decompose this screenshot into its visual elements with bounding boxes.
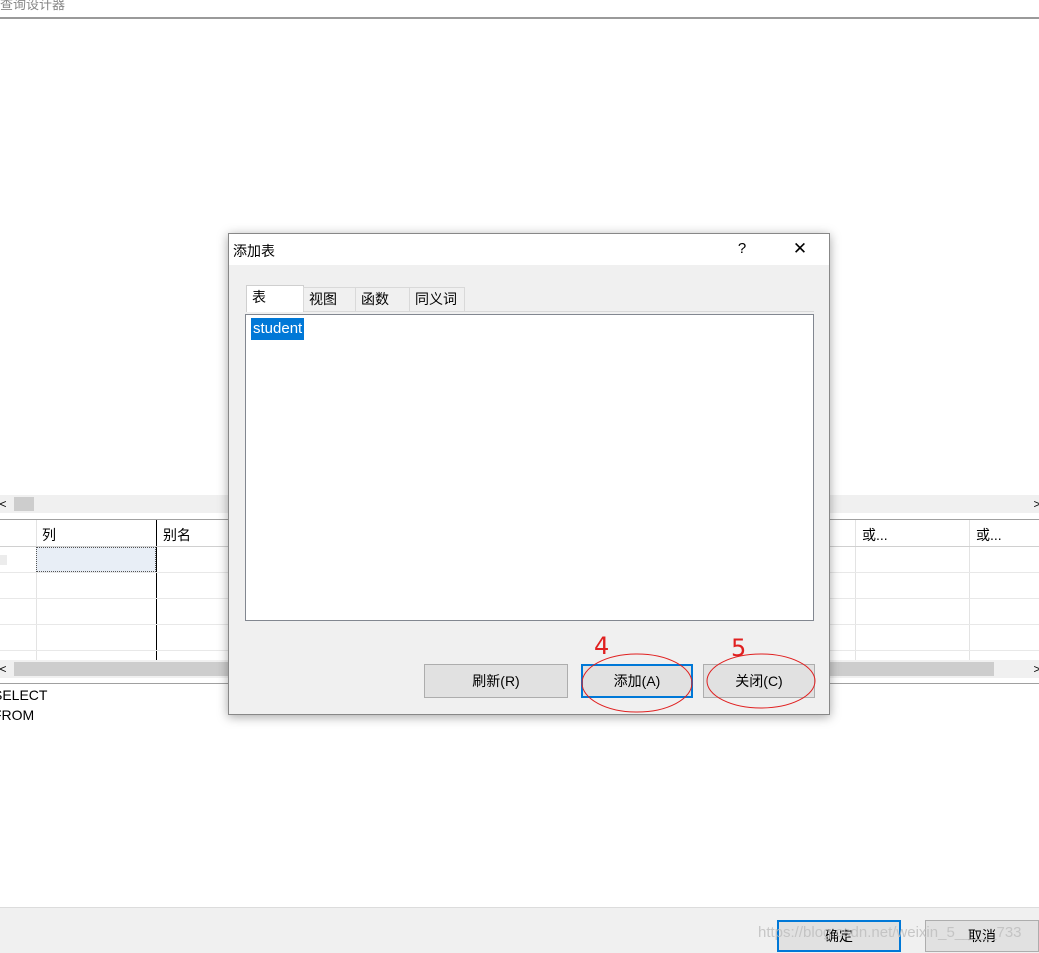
annotation-overlay — [581, 653, 816, 713]
close-highlight-ellipse — [706, 653, 816, 709]
step-4-label: 4 — [594, 632, 610, 660]
step-5-label: 5 — [731, 634, 747, 662]
add-highlight-ellipse — [581, 653, 693, 713]
